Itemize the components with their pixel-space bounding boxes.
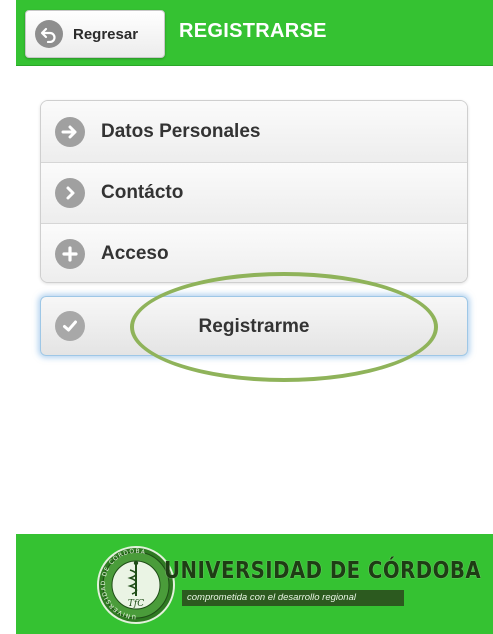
app-screen: Regresar REGISTRARSE Datos Personales Co…: [0, 0, 493, 634]
back-button-label: Regresar: [73, 25, 139, 43]
university-name: UNIVERSIDAD DE CÓRDOBA: [164, 558, 482, 584]
menu-item-label: Acceso: [101, 243, 169, 264]
university-seal-logo: UNIVERSIDAD DE CÓRDOBA TfC: [97, 546, 175, 624]
plus-circle-icon: [55, 239, 85, 269]
back-button[interactable]: Regresar: [25, 10, 165, 58]
header-bar: Regresar REGISTRARSE: [16, 0, 493, 66]
register-button-label: Registrarme: [198, 316, 310, 337]
menu-item-datos-personales[interactable]: Datos Personales: [41, 101, 467, 162]
page-title: REGISTRARSE: [179, 20, 327, 42]
menu-item-label: Datos Personales: [101, 120, 261, 142]
chevron-right-circle-icon: [55, 178, 85, 208]
menu-item-acceso[interactable]: Acceso: [41, 223, 467, 282]
menu-item-label: Contácto: [101, 182, 184, 203]
undo-arrow-icon: [35, 20, 63, 48]
university-tagline: comprometida con el desarrollo regional: [182, 590, 404, 606]
footer-bar: UNIVERSIDAD DE CÓRDOBA TfC UNIVERSIDAD D…: [16, 534, 493, 634]
registration-menu: Datos Personales Contácto Acceso: [40, 100, 468, 283]
arrow-right-circle-icon: [55, 116, 85, 147]
menu-item-contacto[interactable]: Contácto: [41, 162, 467, 223]
seal-monogram: TfC: [128, 599, 144, 609]
register-button[interactable]: Registrarme: [40, 296, 468, 356]
